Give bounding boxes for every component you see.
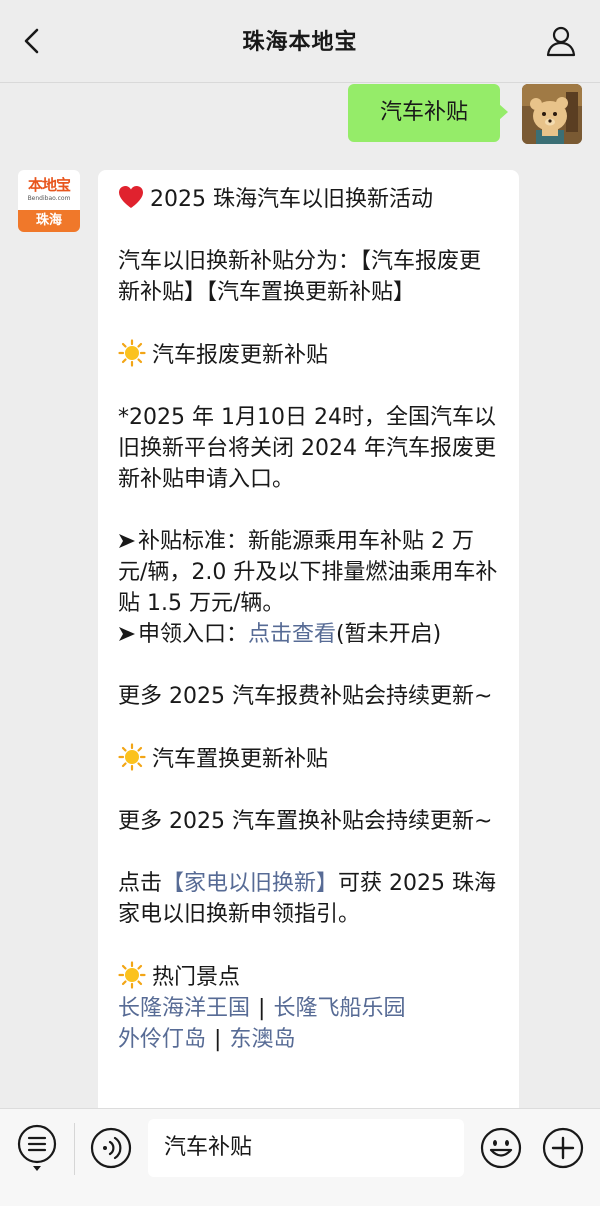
section1-title: 汽车报废更新补贴: [152, 343, 329, 368]
section2-title: 汽车置换更新补贴: [152, 747, 329, 772]
sun-icon: [118, 743, 146, 771]
section1-title-line: 汽车报废更新补贴: [118, 339, 499, 371]
logo-brand-en: Bendibao.com: [27, 195, 71, 202]
logo-brand-cn: 本地宝: [27, 176, 71, 194]
menu-list-icon[interactable]: [16, 1123, 58, 1173]
official-account-avatar[interactable]: 本地宝 Bendibao.com 珠海: [18, 170, 80, 232]
intro-text: 汽车以旧换新补贴分为：【汽车报废更新补贴】【汽车置换更新补贴】: [118, 249, 482, 305]
spots-line-1: 长隆海洋王国 | 长隆飞船乐园: [118, 993, 499, 1024]
voice-icon[interactable]: [90, 1127, 132, 1169]
apply-line: 申领入口：点击查看(暂未开启): [118, 619, 499, 650]
section3-title-line: 热门景点: [118, 961, 499, 993]
click-line: 点击【家电以旧换新】可获 2025 珠海家电以旧换新申领指引。: [118, 868, 499, 930]
outgoing-message-row: 汽车补贴: [342, 84, 582, 144]
spot-link[interactable]: 长隆海洋王国: [118, 996, 250, 1021]
standard-text: 补贴标准：新能源乘用车补贴 2 万元/辆，2.0 升及以下排量燃油乘用车补贴 1…: [118, 529, 498, 616]
user-avatar[interactable]: [522, 84, 582, 144]
sun-icon: [118, 961, 146, 989]
spot-link[interactable]: 外伶仃岛: [118, 1027, 206, 1052]
person-icon[interactable]: [544, 24, 578, 58]
heart-icon: [119, 186, 143, 208]
message-input[interactable]: 汽车补贴: [148, 1119, 464, 1177]
section1-more: 更多 2025 汽车报费补贴会持续更新~: [118, 684, 493, 709]
incoming-message-bubble: 2025 珠海汽车以旧换新活动 汽车以旧换新补贴分为：【汽车报废更新补贴】【汽车…: [98, 170, 519, 1120]
standard-line: 补贴标准：新能源乘用车补贴 2 万元/辆，2.0 升及以下排量燃油乘用车补贴 1…: [118, 526, 499, 619]
arrow-right-icon: [119, 534, 135, 548]
spot-link[interactable]: 长隆飞船乐园: [273, 996, 405, 1021]
click-prefix: 点击: [118, 871, 163, 896]
plus-icon[interactable]: [542, 1127, 584, 1169]
emoji-icon[interactable]: [480, 1127, 522, 1169]
appliance-link[interactable]: 【家电以旧换新】: [162, 871, 338, 896]
spot-separator: |: [258, 996, 266, 1021]
spot-link[interactable]: 东澳岛: [229, 1027, 295, 1052]
outgoing-message-bubble[interactable]: 汽车补贴: [348, 84, 508, 142]
divider: [74, 1123, 75, 1175]
apply-link[interactable]: 点击查看: [248, 622, 336, 647]
bottom-input-bar: 汽车补贴: [0, 1108, 600, 1206]
sun-icon: [118, 339, 146, 367]
section3-title: 热门景点: [152, 965, 241, 990]
apply-note: (暂未开启): [336, 622, 442, 647]
arrow-right-icon: [119, 627, 135, 641]
section1-notice: *2025 年 1月10日 24时，全国汽车以旧换新平台将关闭 2024 年汽车…: [118, 405, 496, 492]
bear-avatar-icon: [522, 84, 582, 144]
top-navigation-bar: 珠海本地宝: [0, 0, 600, 83]
headline-line: 2025 珠海汽车以旧换新活动: [118, 184, 499, 215]
page-title: 珠海本地宝: [242, 30, 358, 55]
logo-city: 珠海: [18, 210, 80, 232]
apply-label: 申领入口：: [138, 622, 249, 647]
section2-title-line: 汽车置换更新补贴: [118, 743, 499, 775]
spots-line-2: 外伶仃岛 | 东澳岛: [118, 1024, 499, 1055]
headline-text: 2025 珠海汽车以旧换新活动: [150, 187, 433, 212]
spot-separator: |: [214, 1027, 222, 1052]
section2-more: 更多 2025 汽车置换补贴会持续更新~: [118, 809, 493, 834]
